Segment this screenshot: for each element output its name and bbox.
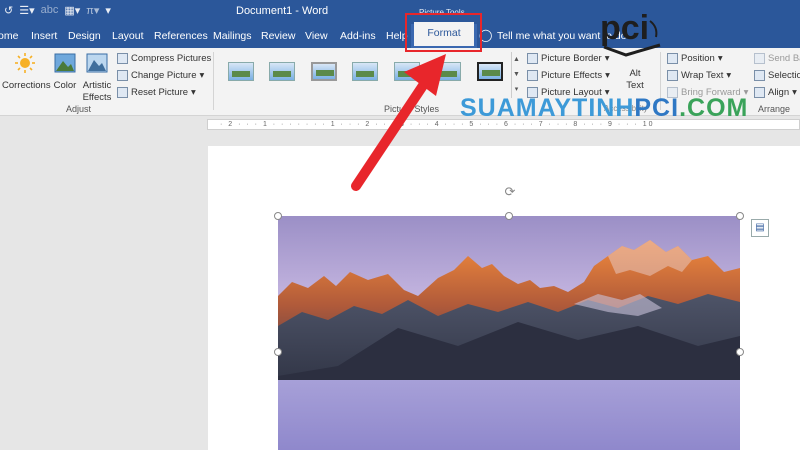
watermark-part-3: .COM bbox=[679, 94, 749, 122]
change-picture-label: Change Picture bbox=[131, 70, 197, 81]
send-backward-button[interactable]: Send Ba bbox=[754, 53, 800, 64]
reset-picture-icon bbox=[117, 87, 128, 98]
picture-style-thumb[interactable] bbox=[477, 62, 503, 81]
undo-icon[interactable]: ↺ bbox=[4, 4, 13, 17]
selection-icon bbox=[754, 70, 765, 81]
change-picture-icon bbox=[117, 70, 128, 81]
selection-label: Selectio bbox=[768, 70, 800, 81]
resize-handle-top-left[interactable] bbox=[274, 212, 282, 220]
reset-picture-label: Reset Picture bbox=[131, 87, 189, 98]
compress-label: Compress Pictures bbox=[131, 53, 212, 64]
title-bar: ↺ ☰▾ abc ▦▾ π▾ ▾ Document1 - Word Pictur… bbox=[0, 0, 800, 24]
picture-style-thumb[interactable] bbox=[394, 62, 420, 81]
wrap-text-button[interactable]: Wrap Text ▾ bbox=[667, 70, 731, 81]
chevron-down-icon: ▾ bbox=[605, 70, 610, 81]
border-icon bbox=[527, 53, 538, 64]
format-tab-highlight bbox=[405, 13, 482, 52]
chevron-down-icon: ▾ bbox=[199, 70, 205, 81]
tab-review[interactable]: Review bbox=[261, 30, 295, 42]
rotate-handle-icon[interactable]: ⟳ bbox=[502, 184, 518, 200]
layout-options-icon[interactable]: ▤ bbox=[751, 219, 769, 237]
adjust-group-label: Adjust bbox=[66, 104, 92, 114]
ribbon-tabs: ome Insert Design Layout References Mail… bbox=[0, 22, 800, 48]
resize-handle-left[interactable] bbox=[274, 348, 282, 356]
tab-references[interactable]: References bbox=[154, 30, 208, 42]
tab-home[interactable]: ome bbox=[0, 30, 18, 42]
table-icon[interactable]: ▦▾ bbox=[64, 4, 80, 17]
corrections-label: Corrections bbox=[2, 80, 51, 91]
picture-styles-group-label: Picture Styles bbox=[384, 104, 440, 114]
pi-icon[interactable]: π▾ bbox=[86, 4, 99, 17]
picture-style-thumb[interactable] bbox=[311, 62, 337, 81]
artistic-label-2: Effects bbox=[82, 92, 112, 103]
resize-handle-right[interactable] bbox=[736, 348, 744, 356]
artistic-effects-icon bbox=[86, 53, 108, 73]
alt-text-button[interactable]: Alt Text bbox=[618, 68, 652, 92]
compress-pictures-button[interactable]: Compress Pictures bbox=[117, 53, 211, 64]
selected-picture[interactable] bbox=[278, 216, 740, 450]
customize-icon[interactable]: ▾ bbox=[105, 4, 111, 17]
picture-style-thumb[interactable] bbox=[228, 62, 254, 81]
picture-style-thumb[interactable] bbox=[435, 62, 461, 81]
corrections-button[interactable]: Corrections bbox=[2, 52, 51, 92]
wrap-text-label: Wrap Text bbox=[681, 70, 724, 81]
align-button[interactable]: Align ▾ bbox=[754, 87, 797, 98]
quick-access-toolbar: ↺ ☰▾ abc ▦▾ π▾ ▾ bbox=[4, 4, 111, 17]
wrap-text-icon bbox=[667, 70, 678, 81]
group-separator bbox=[213, 52, 214, 110]
effects-icon bbox=[527, 70, 538, 81]
picture-style-thumb[interactable] bbox=[269, 62, 295, 81]
sun-icon bbox=[15, 53, 35, 73]
position-label: Position bbox=[681, 53, 715, 64]
picture-effects-label: Picture Effects bbox=[541, 70, 603, 81]
change-picture-button[interactable]: Change Picture ▾ bbox=[117, 70, 204, 81]
abc-icon[interactable]: abc bbox=[41, 4, 59, 17]
chevron-down-icon: ▾ bbox=[792, 87, 797, 98]
logo-text: pci bbox=[600, 9, 649, 47]
chevron-down-icon: ▾ bbox=[717, 53, 723, 64]
tab-add-ins[interactable]: Add-ins bbox=[340, 30, 376, 42]
color-label: Color bbox=[53, 80, 77, 91]
resize-handle-top[interactable] bbox=[505, 212, 513, 220]
resize-handle-top-right[interactable] bbox=[736, 212, 744, 220]
picture-clouds bbox=[278, 380, 740, 450]
watermark-part-1: SUAMAYTINH bbox=[460, 94, 635, 122]
selection-pane-button[interactable]: Selectio bbox=[754, 70, 800, 81]
picture-effects-button[interactable]: Picture Effects ▾ bbox=[527, 70, 610, 81]
tab-view[interactable]: View bbox=[305, 30, 328, 42]
arrange-group-label: Arrange bbox=[758, 104, 791, 114]
artistic-effects-button[interactable]: Artistic Effects bbox=[80, 52, 114, 104]
color-button[interactable]: Color bbox=[51, 52, 79, 92]
artistic-label-1: Artistic bbox=[82, 80, 112, 91]
document-title: Document1 - Word bbox=[236, 5, 329, 17]
reset-picture-button[interactable]: Reset Picture ▾ bbox=[117, 87, 196, 98]
tab-design[interactable]: Design bbox=[68, 30, 101, 42]
color-picture-icon bbox=[54, 53, 76, 73]
pci-logo: pci bbox=[600, 9, 661, 57]
chevron-down-icon: ▾ bbox=[191, 87, 196, 98]
tab-insert[interactable]: Insert bbox=[31, 30, 57, 42]
bullets-icon[interactable]: ☰▾ bbox=[19, 4, 34, 17]
tab-mailings[interactable]: Mailings bbox=[213, 30, 252, 42]
chevron-down-icon: ▾ bbox=[726, 70, 732, 81]
compress-icon bbox=[117, 53, 128, 64]
picture-border-label: Picture Border bbox=[541, 53, 602, 64]
align-icon bbox=[754, 87, 765, 98]
gallery-scroll[interactable]: ▲ ▼ ▾ bbox=[511, 52, 521, 98]
send-backward-icon bbox=[754, 53, 765, 64]
watermark-part-2: PCI bbox=[634, 94, 680, 122]
alt-text-label-1: Alt bbox=[629, 68, 641, 79]
tab-layout[interactable]: Layout bbox=[112, 30, 144, 42]
alt-text-label-2: Text bbox=[626, 80, 644, 91]
watermark-text: SUAMAYTINHPCI.COM bbox=[460, 94, 748, 123]
picture-style-thumb[interactable] bbox=[352, 62, 378, 81]
align-label: Align bbox=[768, 87, 790, 98]
send-backward-label: Send Ba bbox=[768, 53, 800, 64]
